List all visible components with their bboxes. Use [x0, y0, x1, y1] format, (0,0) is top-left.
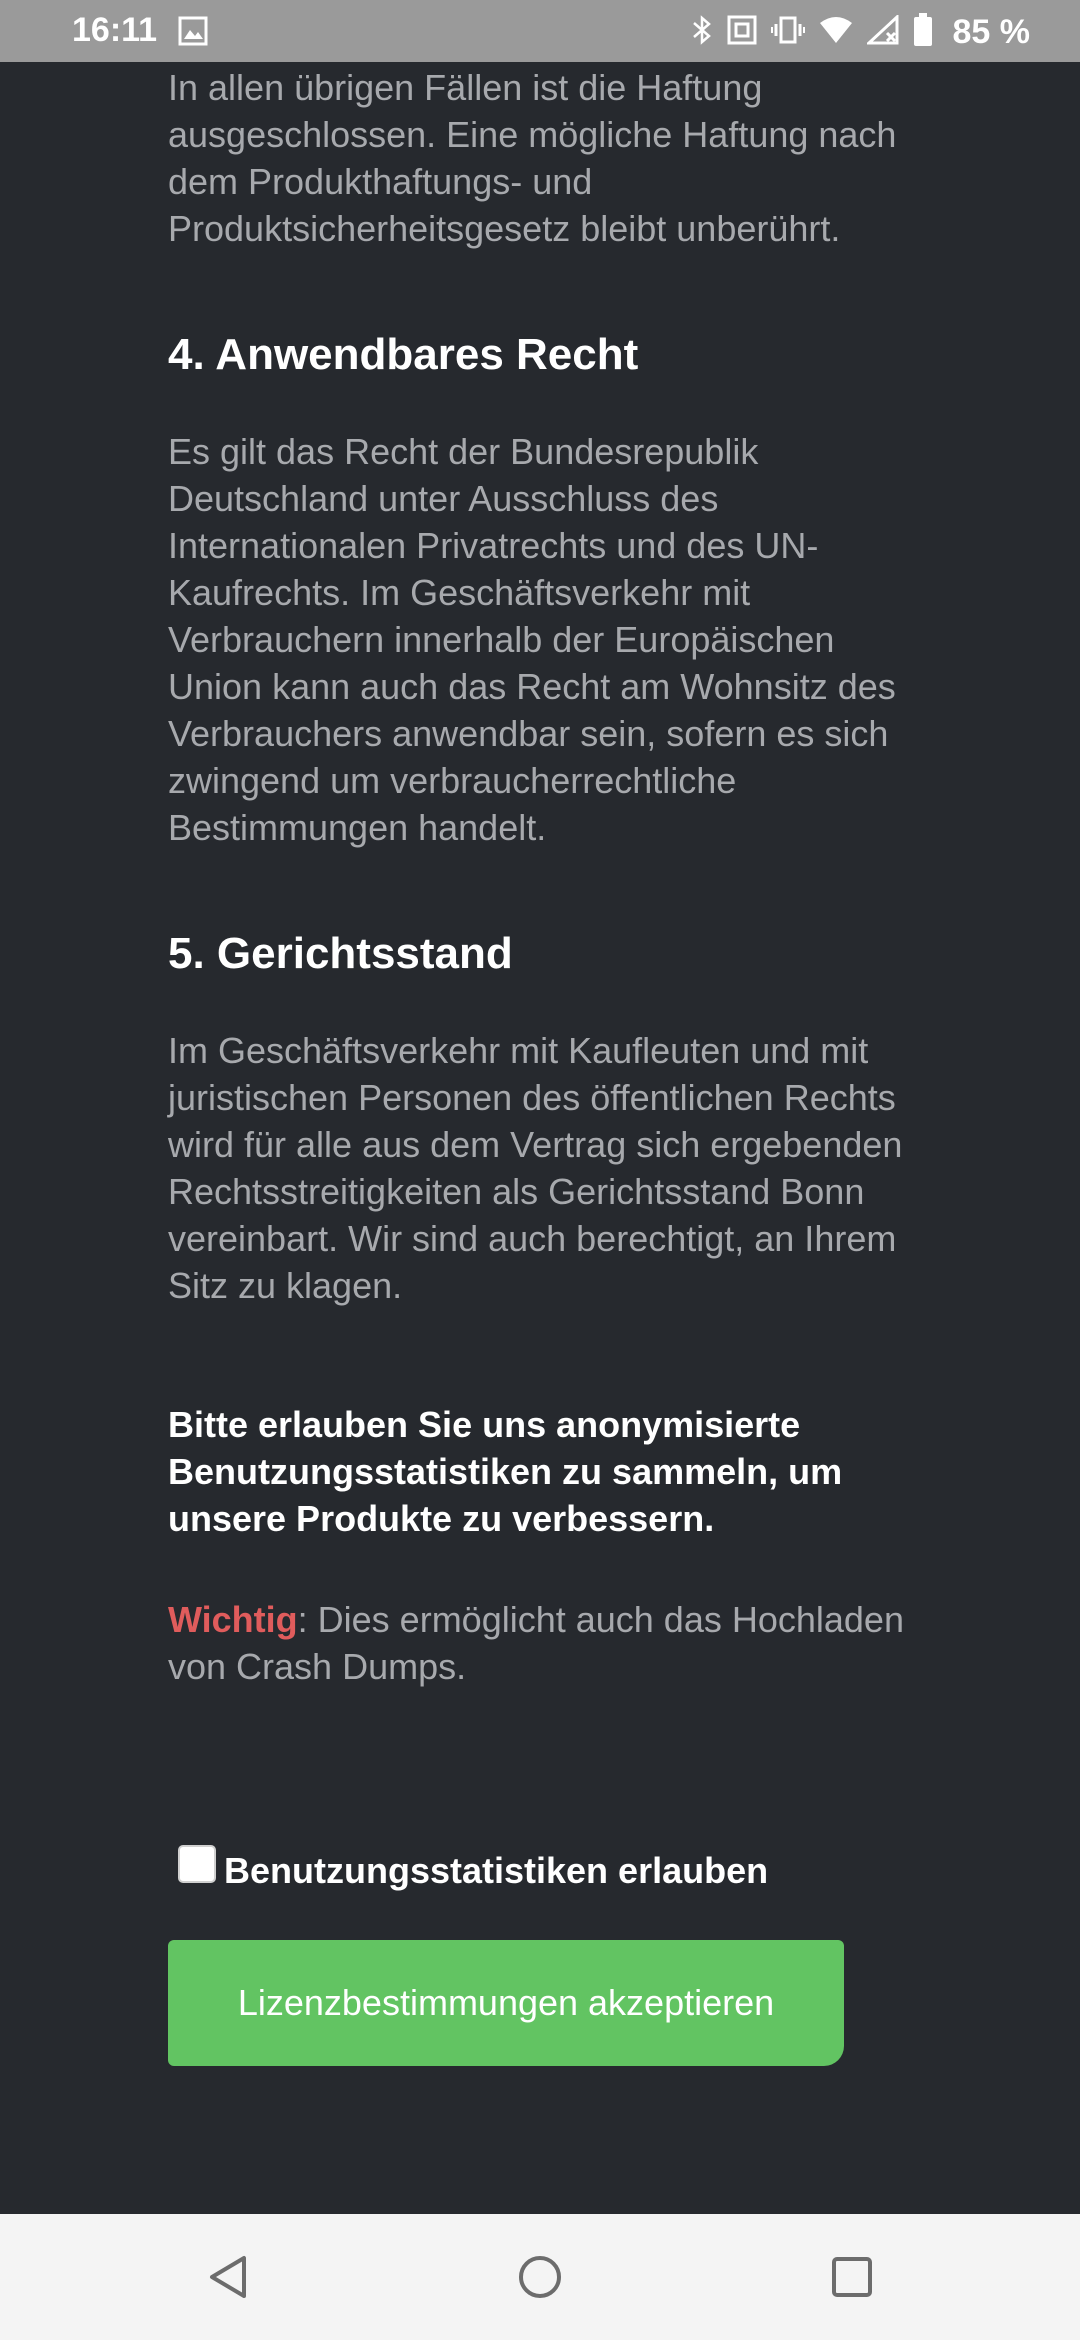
statistics-checkbox-row[interactable]: Benutzungsstatistiken erlauben	[178, 1836, 768, 1892]
important-label: Wichtig	[168, 1599, 298, 1640]
nfc-icon	[727, 15, 757, 50]
bluetooth-icon	[691, 14, 713, 51]
vibrate-icon	[770, 15, 805, 50]
liability-paragraph: In allen übrigen Fällen ist die Haftung …	[168, 67, 897, 249]
law-heading: 4. Anwendbares Recht	[168, 330, 639, 379]
court-paragraph: Im Geschäftsverkehr mit Kaufleuten und m…	[168, 1030, 903, 1306]
law-paragraph: Es gilt das Recht der Bundesrepublik Deu…	[168, 431, 896, 848]
signal-icon	[864, 13, 899, 50]
statistics-checkbox[interactable]	[178, 1845, 216, 1883]
license-content[interactable]: In allen übrigen Fällen ist die Haftung …	[168, 62, 928, 1690]
gallery-icon	[178, 16, 208, 51]
battery-icon	[913, 12, 933, 52]
statistics-request: Bitte erlauben Sie uns anonymisierte Ben…	[168, 1404, 843, 1539]
navigation-bar	[0, 2214, 1080, 2340]
status-bar: 16:11 85 %	[0, 0, 1080, 62]
back-icon[interactable]	[206, 2254, 250, 2305]
status-time: 16:11	[72, 11, 158, 49]
statistics-checkbox-label[interactable]: Benutzungsstatistiken erlauben	[224, 1850, 768, 1892]
court-heading: 5. Gerichtsstand	[168, 929, 513, 978]
important-notice: Wichtig: Dies ermöglicht auch das Hochla…	[168, 1596, 928, 1690]
wifi-icon	[819, 15, 853, 50]
accept-license-button[interactable]: Lizenzbestimmungen akzeptieren	[168, 1940, 844, 2066]
recents-icon[interactable]	[830, 2254, 874, 2305]
home-icon[interactable]	[517, 2254, 563, 2305]
battery-percentage: 85 %	[952, 12, 1031, 51]
